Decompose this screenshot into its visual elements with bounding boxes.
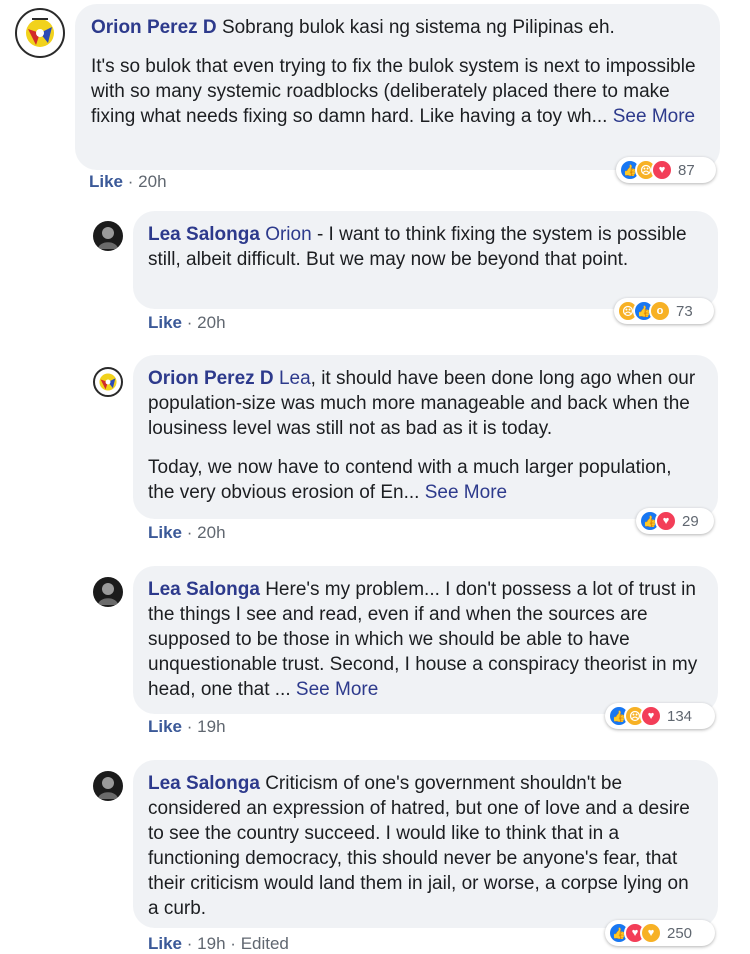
like-link[interactable]: Like (148, 313, 182, 332)
comment-author[interactable]: Lea Salonga (148, 773, 260, 794)
comment-author[interactable]: Lea Salonga (148, 224, 260, 245)
comment-meta: Like · 20h (148, 313, 226, 333)
comment-bubble: Lea Salonga Orion - I want to think fixi… (133, 211, 718, 309)
comment-text: Sobrang bulok kasi ng sistema ng Pilipin… (221, 17, 615, 38)
reaction-count: 134 (667, 707, 693, 725)
like-link[interactable]: Like (148, 717, 182, 736)
comment-meta: Like · 20h (89, 172, 167, 192)
profile-photo-icon (98, 777, 118, 799)
profile-photo-icon (98, 583, 118, 605)
comment-paragraph: Lea Salonga Criticism of one's governmen… (148, 771, 703, 921)
comment-paragraph: Today, we now have to contend with a muc… (148, 455, 703, 505)
comment-time[interactable]: 19h (197, 717, 225, 736)
reaction-summary[interactable]: 👍 ♥ ♥ 250 (605, 920, 715, 946)
comment-paragraph: Orion Perez D Lea, it should have been d… (148, 366, 703, 441)
reaction-summary[interactable]: 👍 ♥ 29 (636, 508, 714, 534)
care-icon: ♥ (640, 922, 662, 944)
comment-time[interactable]: 19h (197, 934, 225, 953)
comment-author[interactable]: Orion Perez D (148, 368, 274, 389)
comment-time[interactable]: 20h (138, 172, 166, 191)
avatar-lea[interactable] (93, 771, 123, 801)
like-link[interactable]: Like (89, 172, 123, 191)
like-link[interactable]: Like (148, 934, 182, 953)
reaction-count: 250 (667, 924, 693, 942)
see-more-link[interactable]: See More (296, 679, 378, 700)
comment-time[interactable]: 20h (197, 523, 225, 542)
comment-paragraph: Lea Salonga Here's my problem... I don't… (148, 577, 703, 702)
reaction-count: 87 (678, 161, 695, 179)
reaction-count: 29 (682, 512, 699, 530)
dot-separator: · (186, 717, 193, 736)
see-more-link[interactable]: See More (613, 106, 695, 127)
dot-separator: · (186, 313, 193, 332)
comment-meta: Like · 20h (148, 523, 226, 543)
comment-paragraph: It's so bulok that even trying to fix th… (91, 54, 704, 129)
flag-logo-icon (99, 373, 117, 391)
love-icon: ♥ (640, 705, 662, 727)
comment-bubble: Orion Perez D Lea, it should have been d… (133, 355, 718, 519)
comment-author[interactable]: Orion Perez D (91, 17, 217, 38)
reaction-summary[interactable]: 👍 ☹ ♥ 87 (616, 157, 716, 183)
comment-text: Criticism of one's government shouldn't … (148, 773, 690, 919)
dot-separator: · (186, 934, 193, 953)
comment-text: It's so bulok that even trying to fix th… (91, 56, 696, 127)
reaction-summary[interactable]: ☹ 👍 o 73 (614, 298, 714, 324)
comment-paragraph: Orion Perez D Sobrang bulok kasi ng sist… (91, 15, 704, 40)
reaction-summary[interactable]: 👍 ☹ ♥ 134 (605, 703, 715, 729)
comment-bubble: Lea Salonga Criticism of one's governmen… (133, 760, 718, 928)
avatar-lea[interactable] (93, 577, 123, 607)
mention-link[interactable]: Lea (279, 368, 311, 389)
love-icon: ♥ (651, 159, 673, 181)
comment-bubble: Lea Salonga Here's my problem... I don't… (133, 566, 718, 714)
comment-bubble: Orion Perez D Sobrang bulok kasi ng sist… (75, 4, 720, 170)
dot-separator: · (186, 523, 193, 542)
avatar-orion[interactable] (93, 367, 123, 397)
see-more-link[interactable]: See More (425, 482, 507, 503)
avatar-orion[interactable] (15, 8, 65, 58)
wow-icon: o (649, 300, 671, 322)
comment-author[interactable]: Lea Salonga (148, 579, 260, 600)
comment-time[interactable]: 20h (197, 313, 225, 332)
edited-label[interactable]: Edited (241, 934, 289, 953)
comment-text: Today, we now have to contend with a muc… (148, 457, 672, 503)
like-link[interactable]: Like (148, 523, 182, 542)
love-icon: ♥ (655, 510, 677, 532)
dot-separator: · (230, 934, 236, 953)
reaction-count: 73 (676, 302, 693, 320)
comment-meta: Like · 19h · Edited (148, 934, 289, 954)
mention-link[interactable]: Orion (265, 224, 311, 245)
dot-separator: · (127, 172, 134, 191)
comment-paragraph: Lea Salonga Orion - I want to think fixi… (148, 222, 703, 272)
flag-logo-icon (26, 18, 54, 47)
comment-meta: Like · 19h (148, 717, 226, 737)
avatar-lea[interactable] (93, 221, 123, 251)
profile-photo-icon (98, 227, 118, 249)
